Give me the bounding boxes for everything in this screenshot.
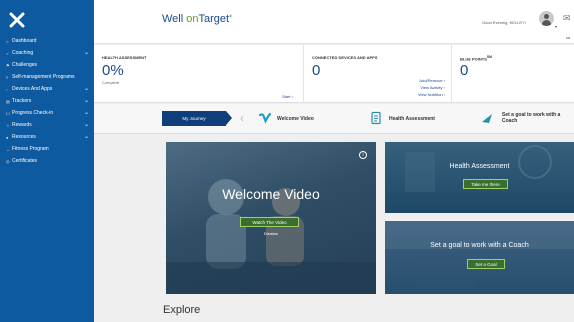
chevron-down-icon[interactable]: ⌄ xyxy=(84,121,89,128)
sidebar-item-fitness[interactable]: ↔ Fitness Program xyxy=(0,143,94,155)
logo-mark: ® xyxy=(229,13,233,19)
sidebar-item-label: Fitness Program xyxy=(12,146,49,152)
connected-devices-card: CONNECTED DEVICES AND APPS 0 Add/Remove … xyxy=(303,45,453,103)
chevron-down-icon[interactable]: ⌄ xyxy=(84,49,89,56)
vimeo-icon xyxy=(258,112,272,124)
sidebar-item-label: Dashboard xyxy=(12,38,37,44)
card-subtext: Complete xyxy=(102,80,120,85)
set-goal-button[interactable]: Set a Goal xyxy=(467,259,505,269)
sidebar-item-label: Progress Check-in xyxy=(12,110,54,116)
sidebar-item-label: Devices And Apps xyxy=(12,86,53,92)
step-health-assessment[interactable]: Health Assessment xyxy=(389,116,435,122)
dismiss-link[interactable]: Dismiss xyxy=(166,231,376,236)
sidebar-item-progress[interactable]: ☐ Progress Check-in ⌄ xyxy=(0,107,94,119)
sidebar-item-label: Resources xyxy=(12,134,36,140)
sidebar-item-label: Self-management Programs xyxy=(12,74,75,80)
card-value: 0 xyxy=(312,62,321,79)
take-me-there-button[interactable]: Take me there xyxy=(463,179,508,189)
challenges-icon: ⚑ xyxy=(6,62,10,68)
sidebar-item-coaching[interactable]: ✓ Coaching ⌄ xyxy=(0,47,94,59)
sidebar-item-label: Rewards xyxy=(12,122,32,128)
sidebar-item-devices[interactable]: ▫ Devices And Apps ⌄ xyxy=(0,83,94,95)
logo-text-on: on xyxy=(186,13,199,25)
add-remove-link[interactable]: Add/Remove › xyxy=(419,78,445,83)
sidebar-item-challenges[interactable]: ⚑ Challenges xyxy=(0,59,94,71)
trackers-icon: ▤ xyxy=(6,98,10,104)
stats-panel: HEALTH ASSESSMENT 0% Complete Start › CO… xyxy=(94,45,574,103)
card-title: CONNECTED DEVICES AND APPS xyxy=(312,55,378,60)
video-tile-title: Welcome Video xyxy=(222,186,320,202)
card-title: BLUE POINTSSM xyxy=(460,55,492,61)
welcome-video-tile[interactable]: i Welcome Video Watch The Video Dismiss xyxy=(166,142,376,294)
logo-text-target: Target xyxy=(198,13,230,25)
fitness-icon: ↔ xyxy=(6,146,10,152)
info-icon[interactable]: i xyxy=(359,151,367,159)
card-value: 0% xyxy=(102,62,124,79)
tile-overlay xyxy=(385,221,574,294)
chevron-down-icon[interactable]: ▾ xyxy=(555,24,557,29)
header-icon-caption: co xyxy=(566,35,571,40)
sidebar: ⌂ Dashboard ✓ Coaching ⌄ ⚑ Challenges ≡ Self-… xyxy=(0,0,94,322)
certificates-icon: ◎ xyxy=(6,158,10,164)
chevron-down-icon[interactable]: ⌄ xyxy=(84,109,89,116)
set-goal-tile[interactable]: Set a goal to work with a Coach Set a Go… xyxy=(385,221,574,294)
step-set-goal[interactable]: Set a goal to work with a Coach xyxy=(502,112,574,124)
sidebar-item-certificates[interactable]: ◎ Certificates xyxy=(0,155,94,167)
chevron-down-icon[interactable]: ⌄ xyxy=(84,85,89,92)
my-journey-tab[interactable]: My Journey xyxy=(162,111,232,126)
coach-icon xyxy=(482,114,492,123)
start-link[interactable]: Start › xyxy=(282,94,293,99)
programs-icon: ≡ xyxy=(6,74,9,80)
sidebar-item-label: Trackers xyxy=(12,98,32,104)
logo-text-well: Well xyxy=(162,13,187,25)
sidebar-item-trackers[interactable]: ▤ Trackers ⌄ xyxy=(0,95,94,107)
chevron-down-icon[interactable]: ⌄ xyxy=(84,97,89,104)
sidebar-item-resources[interactable]: ● Resources ⌄ xyxy=(0,131,94,143)
greeting-text: Good Evening, KELLEY! xyxy=(482,20,526,25)
document-icon xyxy=(371,111,381,125)
checkin-icon: ☐ xyxy=(6,110,10,116)
close-icon[interactable] xyxy=(9,12,25,28)
coaching-icon: ✓ xyxy=(6,50,10,56)
tile-overlay xyxy=(385,142,574,213)
devices-icon: ▫ xyxy=(6,86,8,92)
card-title-text: BLUE POINTS xyxy=(460,56,487,62)
messages-icon[interactable]: ✉ xyxy=(563,13,571,24)
chevron-left-icon[interactable]: ‹ xyxy=(240,112,244,124)
journey-steps: My Journey ‹ Welcome Video Health Assess… xyxy=(94,104,574,134)
explore-heading: Explore xyxy=(163,304,201,316)
sidebar-item-dashboard[interactable]: ⌂ Dashboard xyxy=(0,35,94,47)
card-value: 0 xyxy=(460,62,469,79)
wellontarget-logo[interactable]: Well onTarget® xyxy=(162,13,232,25)
blue-points-card: BLUE POINTSSM 0 xyxy=(451,45,574,103)
home-icon: ⌂ xyxy=(6,38,9,44)
health-assessment-tile[interactable]: Health Assessment Take me there xyxy=(385,142,574,213)
top-header: Well onTarget® Good Evening, KELLEY! ▾ ✉… xyxy=(94,0,574,44)
view-activity-link[interactable]: View Activity › xyxy=(420,85,445,90)
goal-tile-title: Set a goal to work with a Coach xyxy=(430,242,529,249)
sidebar-item-rewards[interactable]: ☆ Rewards ⌄ xyxy=(0,119,94,131)
card-title-mark: SM xyxy=(486,55,492,59)
sidebar-item-label: Challenges xyxy=(12,62,38,68)
resources-icon: ● xyxy=(6,134,9,140)
step-welcome-video[interactable]: Welcome Video xyxy=(277,116,314,122)
view-nutrition-link[interactable]: View Nutrition › xyxy=(418,92,445,97)
chevron-down-icon[interactable]: ⌄ xyxy=(84,133,89,140)
health-assessment-card: HEALTH ASSESSMENT 0% Complete Start › xyxy=(94,45,293,103)
rewards-icon: ☆ xyxy=(6,122,10,128)
sidebar-item-label: Certificates xyxy=(12,158,38,164)
health-tile-title: Health Assessment xyxy=(449,163,510,170)
sidebar-nav: ⌂ Dashboard ✓ Coaching ⌄ ⚑ Challenges ≡ Self-… xyxy=(0,35,94,167)
avatar[interactable] xyxy=(539,11,554,26)
sidebar-item-label: Coaching xyxy=(12,50,34,56)
card-title: HEALTH ASSESSMENT xyxy=(102,55,147,60)
watch-video-button[interactable]: Watch The Video xyxy=(240,217,299,227)
sidebar-item-self-management[interactable]: ≡ Self-management Programs xyxy=(0,71,94,83)
